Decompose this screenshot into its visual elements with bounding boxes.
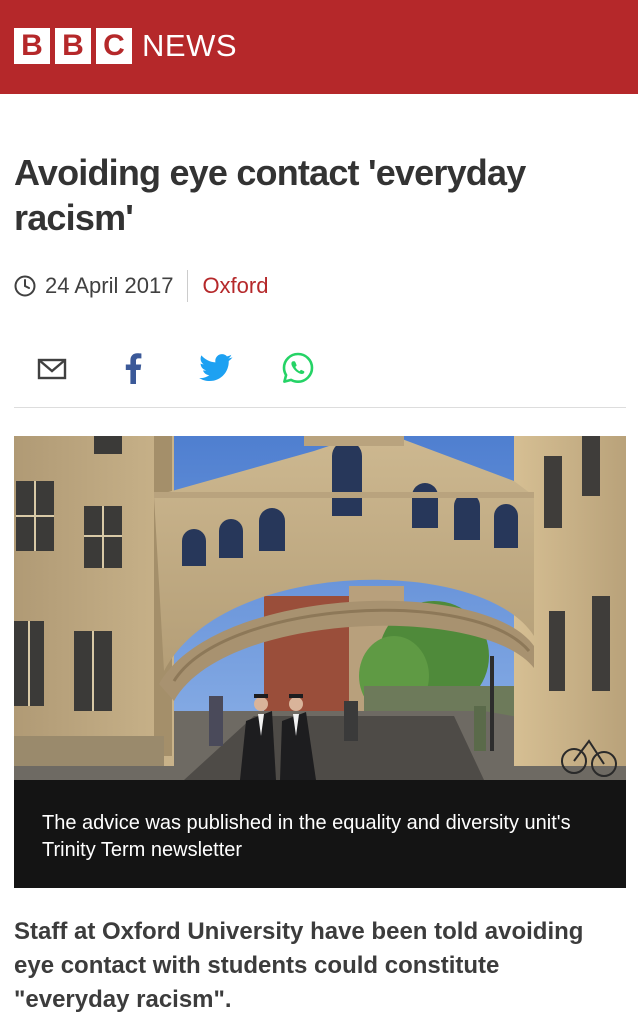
article-headline: Avoiding eye contact 'everyday racism' [14, 152, 526, 238]
bridge-photo [14, 436, 626, 780]
logo-letter-b2: B [55, 28, 91, 64]
logo-letter-b1: B [14, 28, 50, 64]
share-whatsapp-button[interactable] [280, 350, 316, 386]
logo-news-text: NEWS [142, 28, 237, 63]
article-meta: 24 April 2017 Oxford [14, 270, 268, 302]
bbc-news-logo[interactable]: B B C NEWS [14, 28, 237, 64]
logo-letter-c: C [96, 28, 132, 64]
caption-text: The advice was published in the equality… [42, 812, 571, 861]
share-email-button[interactable] [36, 350, 68, 386]
article-intro: Staff at Oxford University have been tol… [14, 918, 584, 1013]
site-header: B B C NEWS [0, 0, 638, 94]
facebook-icon [124, 352, 142, 384]
clock-icon [14, 275, 36, 297]
whatsapp-icon [281, 351, 315, 385]
figure-caption: The advice was published in the equality… [14, 780, 626, 888]
share-divider [14, 407, 626, 408]
section-link-oxford[interactable]: Oxford [202, 273, 268, 299]
twitter-icon [199, 354, 233, 382]
share-facebook-button[interactable] [118, 350, 148, 386]
meta-divider [187, 270, 189, 302]
article-date: 24 April 2017 [45, 273, 174, 298]
article-figure: The advice was published in the equality… [14, 436, 626, 888]
share-twitter-button[interactable] [198, 350, 234, 386]
email-icon [37, 356, 67, 380]
